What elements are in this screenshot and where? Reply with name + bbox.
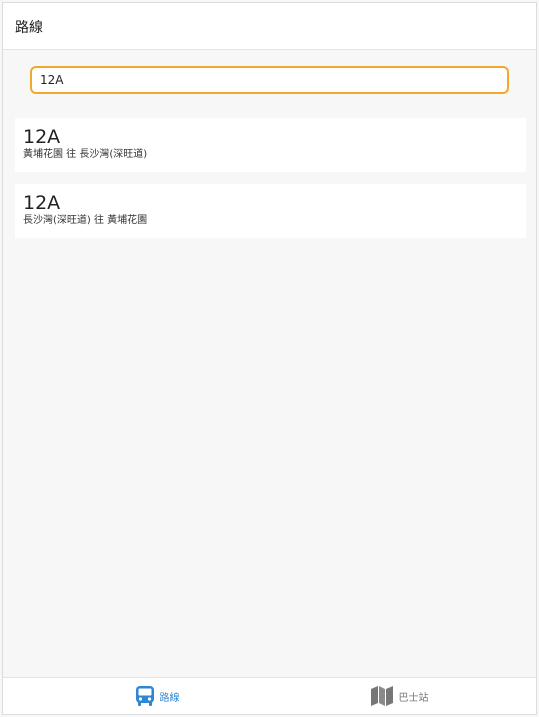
bus-icon: [135, 685, 155, 707]
tab-bus-stops-label: 巴士站: [398, 692, 429, 704]
bottom-nav: 路線 巴士站: [3, 677, 536, 714]
tab-bus-stops[interactable]: 巴士站: [299, 678, 499, 714]
route-item[interactable]: 12A 長沙灣(深旺道) 往 黃埔花園: [15, 184, 526, 238]
tab-routes[interactable]: 路線: [57, 678, 257, 714]
map-icon: [370, 685, 394, 707]
route-list: 12A 黃埔花園 往 長沙灣(深旺道) 12A 長沙灣(深旺道) 往 黃埔花園: [15, 118, 526, 250]
route-number: 12A: [23, 192, 61, 214]
page-title: 路線: [15, 20, 43, 36]
route-search-input[interactable]: [30, 66, 509, 94]
search-box: [30, 66, 509, 94]
tab-routes-label: 路線: [159, 692, 180, 704]
app-frame: 路線 12A 黃埔花園 往 長沙灣(深旺道) 12A 長沙灣(深旺道) 往 黃埔…: [2, 2, 537, 715]
route-direction: 長沙灣(深旺道) 往 黃埔花園: [23, 215, 148, 226]
route-number: 12A: [23, 126, 61, 148]
route-direction: 黃埔花園 往 長沙灣(深旺道): [23, 149, 148, 160]
top-bar: 路線: [3, 3, 536, 50]
route-item[interactable]: 12A 黃埔花園 往 長沙灣(深旺道): [15, 118, 526, 172]
